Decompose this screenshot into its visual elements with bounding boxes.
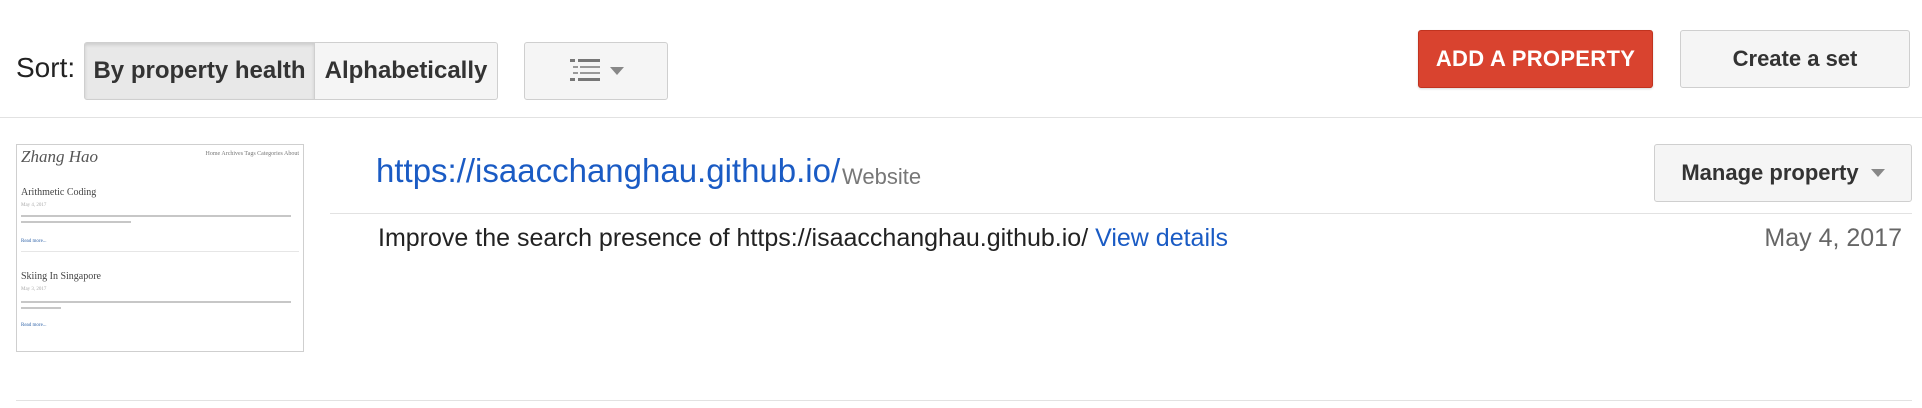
thumbnail-nav: Home Archives Tags Categories About xyxy=(205,151,299,157)
message-date: May 4, 2017 xyxy=(1764,224,1902,252)
chevron-down-icon xyxy=(610,67,624,75)
thumbnail-post-date: May 3, 2017 xyxy=(21,287,47,292)
thumbnail-text-line xyxy=(21,307,61,309)
view-details-link[interactable]: View details xyxy=(1095,224,1228,252)
thumbnail-text-line xyxy=(21,221,131,223)
create-set-button[interactable]: Create a set xyxy=(1680,30,1910,88)
thumbnail-post-date: May 4, 2017 xyxy=(21,203,47,208)
thumbnail-text-line xyxy=(21,301,291,303)
property-url-link[interactable]: https://isaacchanghau.github.io/ xyxy=(376,152,840,190)
sort-by-health-button[interactable]: By property health xyxy=(84,42,315,100)
toolbar: Sort: By property health Alphabetically … xyxy=(0,0,1922,118)
property-type-label: Website xyxy=(842,164,922,189)
row-divider xyxy=(330,213,1912,214)
property-message: Improve the search presence of https://i… xyxy=(378,224,1228,253)
list-view-icon xyxy=(570,59,600,81)
thumbnail-post-title: Skiing In Singapore xyxy=(21,271,101,282)
add-property-button[interactable]: ADD A PROPERTY xyxy=(1418,30,1653,88)
chevron-down-icon xyxy=(1870,169,1885,177)
sort-label: Sort: xyxy=(16,52,76,83)
message-text: Improve the search presence of https://i… xyxy=(378,224,1089,252)
manage-property-button[interactable]: Manage property xyxy=(1654,144,1912,202)
view-toggle-button[interactable] xyxy=(524,42,668,100)
bottom-divider xyxy=(16,400,1912,401)
thumbnail-post-title: Arithmetic Coding xyxy=(21,187,97,198)
thumbnail-read-more: Read more... xyxy=(21,323,47,328)
thumbnail-read-more: Read more... xyxy=(21,239,47,244)
thumbnail-divider xyxy=(21,251,299,252)
site-thumbnail[interactable]: Zhang Hao Home Archives Tags Categories … xyxy=(16,144,304,352)
manage-property-label: Manage property xyxy=(1681,160,1859,185)
thumbnail-brand: Zhang Hao xyxy=(21,147,98,166)
thumbnail-text-line xyxy=(21,215,291,217)
sort-alphabetically-button[interactable]: Alphabetically xyxy=(314,42,498,100)
